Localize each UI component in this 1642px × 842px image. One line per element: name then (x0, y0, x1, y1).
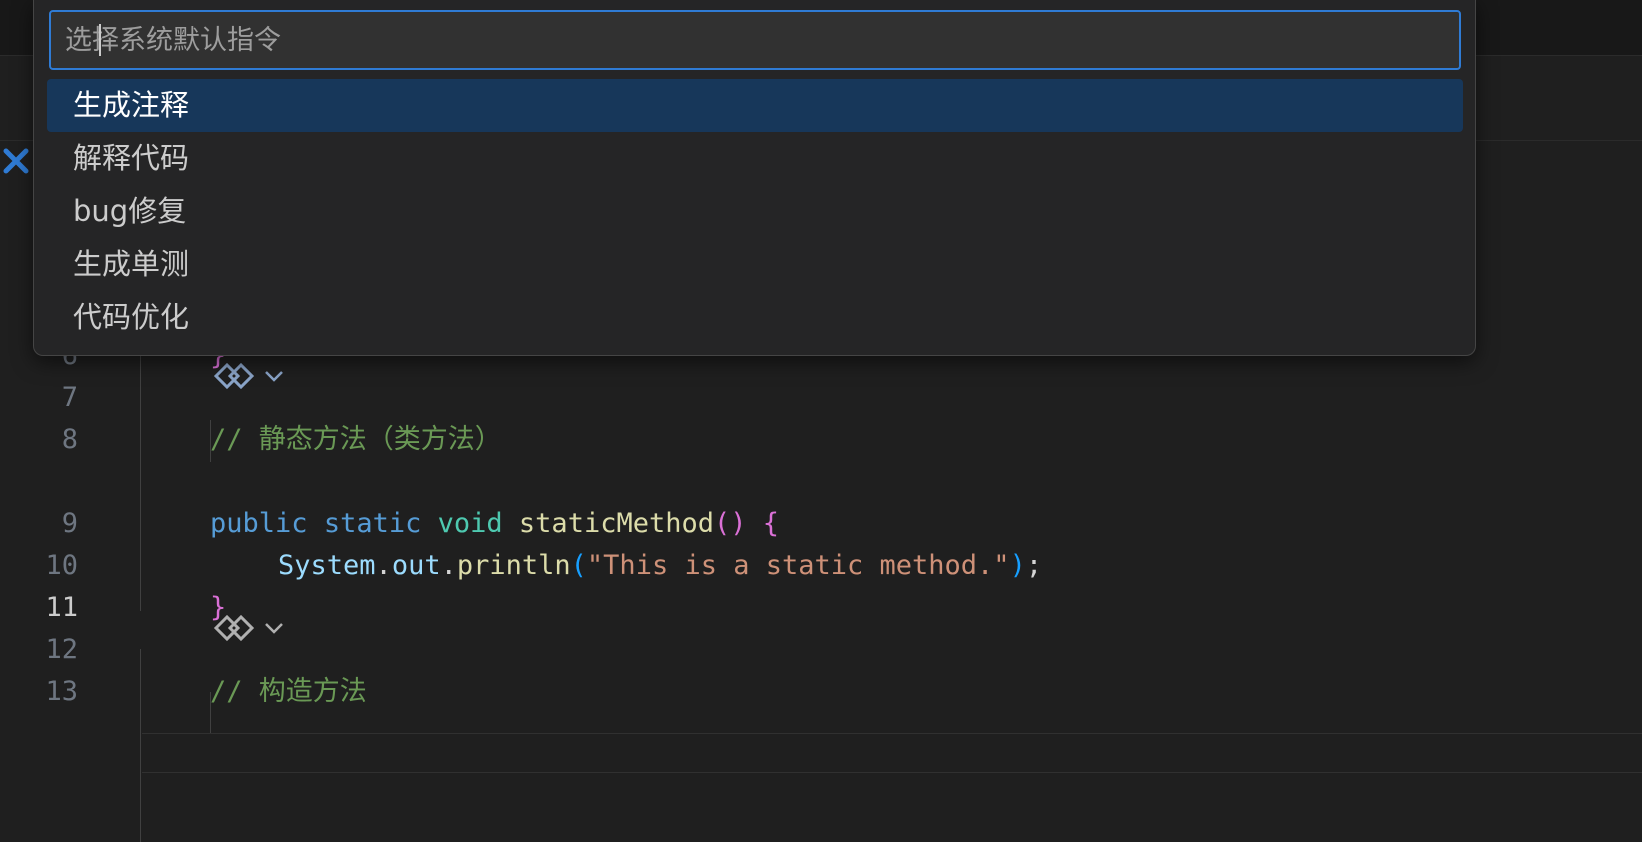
command-item-generate-comments[interactable]: 生成注释 (47, 79, 1463, 132)
code-line[interactable]: 8 // 静态方法（类方法） (0, 419, 1642, 461)
code-token: out (391, 550, 441, 581)
code-token: . (440, 550, 457, 581)
code-token: "This is a static method." (586, 550, 1010, 581)
code-line[interactable]: 10 System.out.println("This is a static m… (0, 545, 1642, 587)
code-text: // 静态方法（类方法） (210, 419, 502, 461)
code-line[interactable]: 9 public static void staticMethod() { (0, 503, 1642, 545)
code-token: void (437, 508, 503, 539)
command-quick-pick: 生成注释 解释代码 bug修复 生成单测 代码优化 (33, 0, 1476, 356)
code-token: () (714, 508, 747, 539)
command-list: 生成注释 解释代码 bug修复 生成单测 代码优化 (47, 79, 1463, 344)
code-line[interactable]: 7 (0, 377, 1642, 419)
line-number: 7 (61, 382, 78, 413)
code-line[interactable]: 12 (0, 629, 1642, 671)
editor-window: 4public void instanceMethod() {5System.o… (0, 0, 1642, 842)
code-line[interactable]: 11} (0, 587, 1642, 629)
code-token: println (456, 550, 571, 581)
command-item-explain-code[interactable]: 解释代码 (47, 132, 1463, 185)
code-token: } (210, 592, 227, 623)
code-token: staticMethod (518, 508, 714, 539)
line-number: 12 (45, 634, 78, 665)
code-text: } (210, 587, 226, 629)
code-text: public static void staticMethod() { (210, 503, 779, 545)
code-token: { (762, 508, 780, 539)
code-line[interactable]: 13 // 构造方法 (0, 671, 1642, 713)
code-token: System (278, 550, 376, 581)
command-item-generate-unit-tests[interactable]: 生成单测 (47, 238, 1463, 291)
code-text: // 构造方法 (210, 671, 367, 713)
code-token: static (323, 508, 422, 539)
line-number: 9 (61, 508, 78, 539)
line-number: 10 (45, 550, 78, 581)
command-item-optimize-code[interactable]: 代码优化 (47, 291, 1463, 344)
code-token: . (375, 550, 392, 581)
code-token: ) (1009, 550, 1026, 581)
line-number: 11 (45, 592, 78, 623)
text-cursor (99, 24, 101, 56)
code-token: ; (1025, 550, 1043, 581)
line-number: 8 (61, 424, 78, 455)
code-token: ( (570, 550, 587, 581)
code-token: // 构造方法 (210, 676, 367, 707)
command-search-input[interactable] (49, 10, 1461, 70)
current-line-highlight (142, 733, 1642, 773)
code-text: System.out.println("This is a static met… (278, 545, 1042, 587)
line-number: 13 (45, 676, 78, 707)
code-token: public (210, 508, 308, 539)
command-item-bug-fix[interactable]: bug修复 (47, 185, 1463, 238)
code-token: // 静态方法（类方法） (210, 424, 502, 455)
